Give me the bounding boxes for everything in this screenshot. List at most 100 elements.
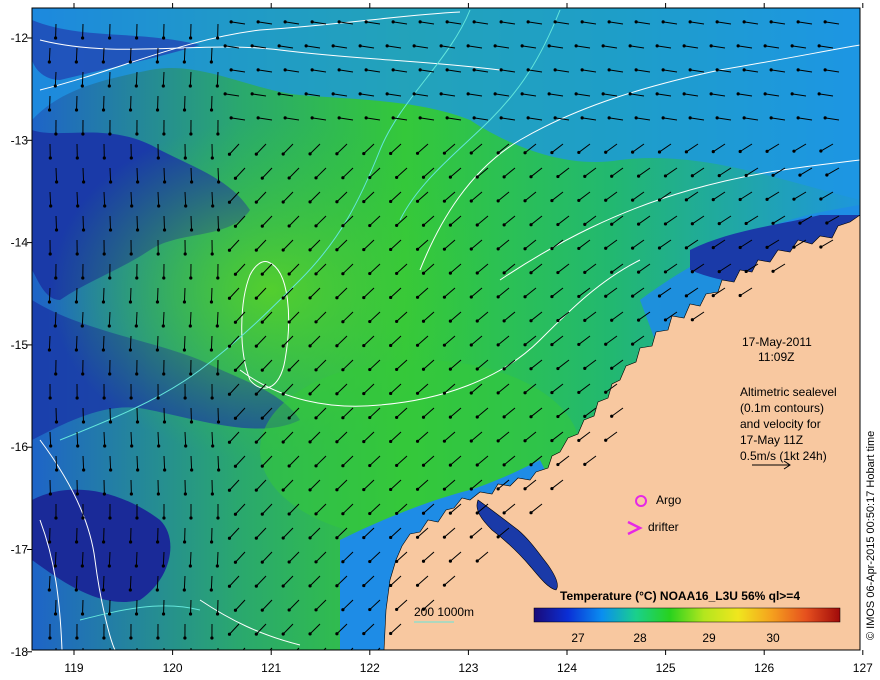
velocity-arrow xyxy=(135,551,138,567)
velocity-arrow-head xyxy=(796,116,800,120)
legend-colorbar xyxy=(533,607,841,623)
velocity-arrow-head xyxy=(825,221,829,225)
velocity-arrow-head xyxy=(655,44,659,48)
velocity-arrow-head xyxy=(421,415,426,419)
velocity-arrow-head xyxy=(368,656,371,659)
velocity-arrow-head xyxy=(690,318,694,322)
velocity-arrow-head xyxy=(395,415,399,420)
velocity-arrow-head xyxy=(107,84,111,88)
velocity-arrow-head xyxy=(130,444,134,448)
velocity-arrow xyxy=(217,215,220,231)
velocity-arrow-head xyxy=(335,488,339,492)
velocity-arrow-head xyxy=(469,535,473,539)
velocity-arrow-head xyxy=(161,324,165,328)
velocity-arrow-head xyxy=(308,248,312,252)
velocity-arrow-head xyxy=(287,320,291,324)
velocity-arrow-head xyxy=(709,44,713,48)
velocity-arrow-head xyxy=(260,608,264,612)
velocity-arrow-head xyxy=(742,116,746,120)
velocity-arrow-head xyxy=(445,116,449,120)
velocity-arrow-head xyxy=(448,559,452,563)
velocity-arrow-head xyxy=(771,269,775,273)
velocity-arrow-head xyxy=(182,60,186,64)
velocity-arrow-head xyxy=(529,415,533,419)
velocity-arrow-head xyxy=(368,559,372,564)
velocity-arrow-head xyxy=(529,367,533,371)
velocity-arrow-head xyxy=(134,324,138,328)
velocity-arrow-head xyxy=(769,116,773,120)
velocity-arrow-head xyxy=(362,199,366,204)
velocity-arrow-head xyxy=(341,320,345,324)
velocity-arrow-head xyxy=(682,92,686,96)
velocity-arrow-head xyxy=(792,245,796,249)
velocity-arrow xyxy=(136,215,139,231)
velocity-arrow-head xyxy=(155,108,160,112)
velocity-arrow-head xyxy=(81,516,85,520)
velocity-arrow xyxy=(183,287,186,303)
velocity-arrow-head xyxy=(250,92,254,96)
velocity-arrow-head xyxy=(657,198,662,202)
velocity-arrow-head xyxy=(415,247,420,251)
velocity-arrow-head xyxy=(341,560,345,564)
velocity-arrow-head xyxy=(188,612,193,616)
velocity-arrow-head xyxy=(415,535,420,539)
velocity-arrow-head xyxy=(469,199,473,203)
velocity-arrow-head xyxy=(335,296,339,300)
velocity-arrow-head xyxy=(717,174,721,178)
velocity-arrow xyxy=(109,455,112,471)
velocity-arrow-head xyxy=(216,276,220,280)
velocity-arrow-head xyxy=(102,396,106,400)
velocity-arrow-head xyxy=(817,44,821,48)
velocity-arrow-head xyxy=(256,20,260,24)
velocity-arrow-head xyxy=(109,660,112,663)
velocity-arrow-head xyxy=(216,372,220,376)
velocity-arrow-head xyxy=(765,149,769,153)
velocity-arrow-head xyxy=(556,270,560,275)
velocity-arrow-head xyxy=(48,252,52,256)
drifter-label: drifter xyxy=(648,520,679,534)
velocity-arrow-head xyxy=(260,416,264,420)
velocity-arrow-head xyxy=(128,108,133,112)
velocity-arrow-head xyxy=(448,415,452,419)
velocity-arrow-head xyxy=(81,228,86,232)
velocity-arrow-head xyxy=(281,200,285,204)
velocity-arrow-head xyxy=(415,151,420,155)
velocity-arrow-head xyxy=(358,92,362,96)
velocity-arrow-head xyxy=(385,44,389,48)
velocity-arrow-head xyxy=(550,342,554,347)
velocity-arrow-head xyxy=(250,44,254,48)
velocity-arrow xyxy=(217,455,220,471)
velocity-arrow-head xyxy=(314,656,317,659)
velocity-arrow-head xyxy=(412,92,416,96)
velocity-arrow xyxy=(162,551,165,567)
velocity-arrow-head xyxy=(227,488,232,492)
velocity-arrow-head xyxy=(415,199,420,203)
velocity-arrow-head xyxy=(189,372,193,376)
velocity-arrow-head xyxy=(547,92,551,96)
velocity-arrow xyxy=(75,287,78,303)
velocity-arrow-head xyxy=(362,151,366,156)
velocity-arrow xyxy=(75,47,78,63)
y-tick-label: -16 xyxy=(11,440,29,454)
velocity-arrow-head xyxy=(308,296,312,300)
velocity-arrow-head xyxy=(189,420,194,424)
velocity-arrow-head xyxy=(314,464,318,468)
velocity-arrow-head xyxy=(254,440,258,444)
velocity-arrow-head xyxy=(529,463,533,467)
velocity-arrow xyxy=(210,287,213,303)
velocity-arrow-head xyxy=(469,439,473,443)
x-tick-label: 120 xyxy=(163,661,183,675)
velocity-arrow-head xyxy=(744,221,748,226)
velocity-arrow xyxy=(136,167,139,183)
velocity-arrow xyxy=(102,335,105,351)
velocity-arrow-head xyxy=(55,468,59,472)
legend-title: Temperature (°C) NOAA16_L3U 56% ql>=4 xyxy=(560,589,800,603)
velocity-arrow-head xyxy=(216,420,221,424)
velocity-arrow-head xyxy=(792,149,796,153)
velocity-arrow-head xyxy=(577,294,581,299)
velocity-arrow-head xyxy=(502,175,506,179)
velocity-arrow-head xyxy=(188,564,192,568)
velocity-arrow-head xyxy=(655,92,659,96)
velocity-arrow-head xyxy=(395,559,399,564)
velocity-arrow-head xyxy=(657,246,662,250)
